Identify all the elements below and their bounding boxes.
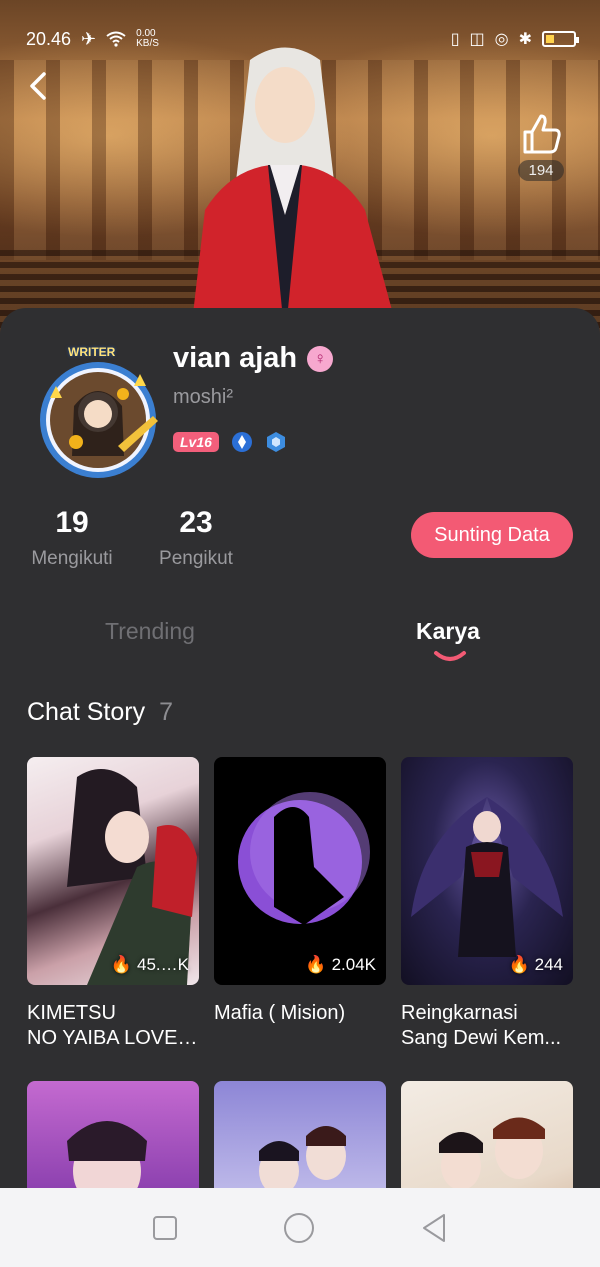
- cover-character: [190, 47, 400, 340]
- story-views: 🔥 244: [508, 955, 563, 974]
- story-views: 🔥 45.…K: [110, 955, 189, 974]
- hexagon-badge-icon[interactable]: [265, 431, 287, 453]
- story-cover: 🔥 244: [401, 757, 573, 985]
- back-button[interactable]: [22, 68, 54, 104]
- followers-stat[interactable]: 23 Pengikut: [154, 506, 238, 570]
- alarm-icon: ◎: [494, 31, 509, 48]
- followers-count: 23: [179, 506, 213, 539]
- section-count: 7: [159, 698, 174, 726]
- back-nav-icon[interactable]: [420, 1213, 448, 1243]
- story-title: KIMETSU NO YAIBA LOVE ...: [27, 1002, 199, 1049]
- bluetooth-icon: ✱: [518, 31, 532, 48]
- fire-icon: 🔥: [110, 955, 133, 974]
- like-button[interactable]: 194: [512, 112, 570, 181]
- recent-apps-icon[interactable]: [152, 1215, 178, 1241]
- story-cover: 🔥 45.…K: [27, 757, 199, 985]
- story-card[interactable]: 🔥 244 Reingkarnasi Sang Dewi Kem...: [401, 757, 573, 1051]
- vibrate-icon: ▯: [450, 31, 460, 48]
- tab-karya[interactable]: Karya: [416, 618, 480, 645]
- story-cover: 🔥 2.04K: [214, 757, 386, 985]
- level-badge[interactable]: Lv16: [173, 432, 219, 452]
- following-label: Mengikuti: [31, 548, 113, 569]
- tab-active-indicator: [434, 651, 466, 661]
- profile-name-row: vian ajah ♀: [173, 342, 334, 375]
- diamond-badge-icon[interactable]: [231, 431, 253, 453]
- thumbs-up-icon: [523, 114, 561, 154]
- fire-icon: 🔥: [305, 955, 327, 974]
- status-time: 20.46: [26, 28, 72, 49]
- fire-icon: 🔥: [508, 955, 530, 974]
- wifi-icon: [106, 31, 126, 47]
- profile-handle: moshi²: [173, 386, 234, 408]
- avatar-banner: WRITER: [68, 345, 116, 359]
- section-title: Chat Story: [27, 698, 146, 726]
- status-bar: 20.46 ✈ 0.00 KB/S ▯ ◫ ◎ ✱: [0, 0, 600, 60]
- story-title: Reingkarnasi Sang Dewi Kem...: [401, 1002, 562, 1049]
- story-views: 🔥 2.04K: [305, 955, 376, 974]
- female-icon: ♀: [307, 345, 334, 372]
- battery-icon: [542, 31, 579, 47]
- airplane-icon: ✈: [81, 28, 97, 49]
- story-card[interactable]: 🔥 45.…K KIMETSU NO YAIBA LOVE ...: [27, 757, 199, 1051]
- profile-card: WRITER vian ajah ♀ moshi² Lv16 19 Mengik…: [0, 308, 600, 1267]
- following-count: 19: [55, 506, 89, 539]
- followers-label: Pengikut: [159, 548, 233, 569]
- chat-story-heading: Chat Story 7: [27, 698, 173, 727]
- profile-name: vian ajah: [173, 342, 298, 374]
- home-icon[interactable]: [283, 1212, 315, 1244]
- network-speed: 0.00 KB/S: [136, 28, 159, 49]
- following-stat[interactable]: 19 Mengikuti: [26, 506, 118, 570]
- sim-icon: ◫: [469, 31, 485, 48]
- story-title: Mafia ( Mision): [214, 1002, 346, 1024]
- like-count: 194: [518, 160, 564, 181]
- tab-trending[interactable]: Trending: [105, 618, 195, 645]
- system-nav-bar: [0, 1188, 600, 1267]
- story-card[interactable]: 🔥 2.04K Mafia ( Mision): [214, 757, 386, 1026]
- chevron-left-icon: [30, 72, 46, 100]
- badge-row: Lv16: [173, 431, 287, 453]
- edit-profile-button[interactable]: Sunting Data: [411, 512, 573, 558]
- avatar[interactable]: [28, 346, 168, 486]
